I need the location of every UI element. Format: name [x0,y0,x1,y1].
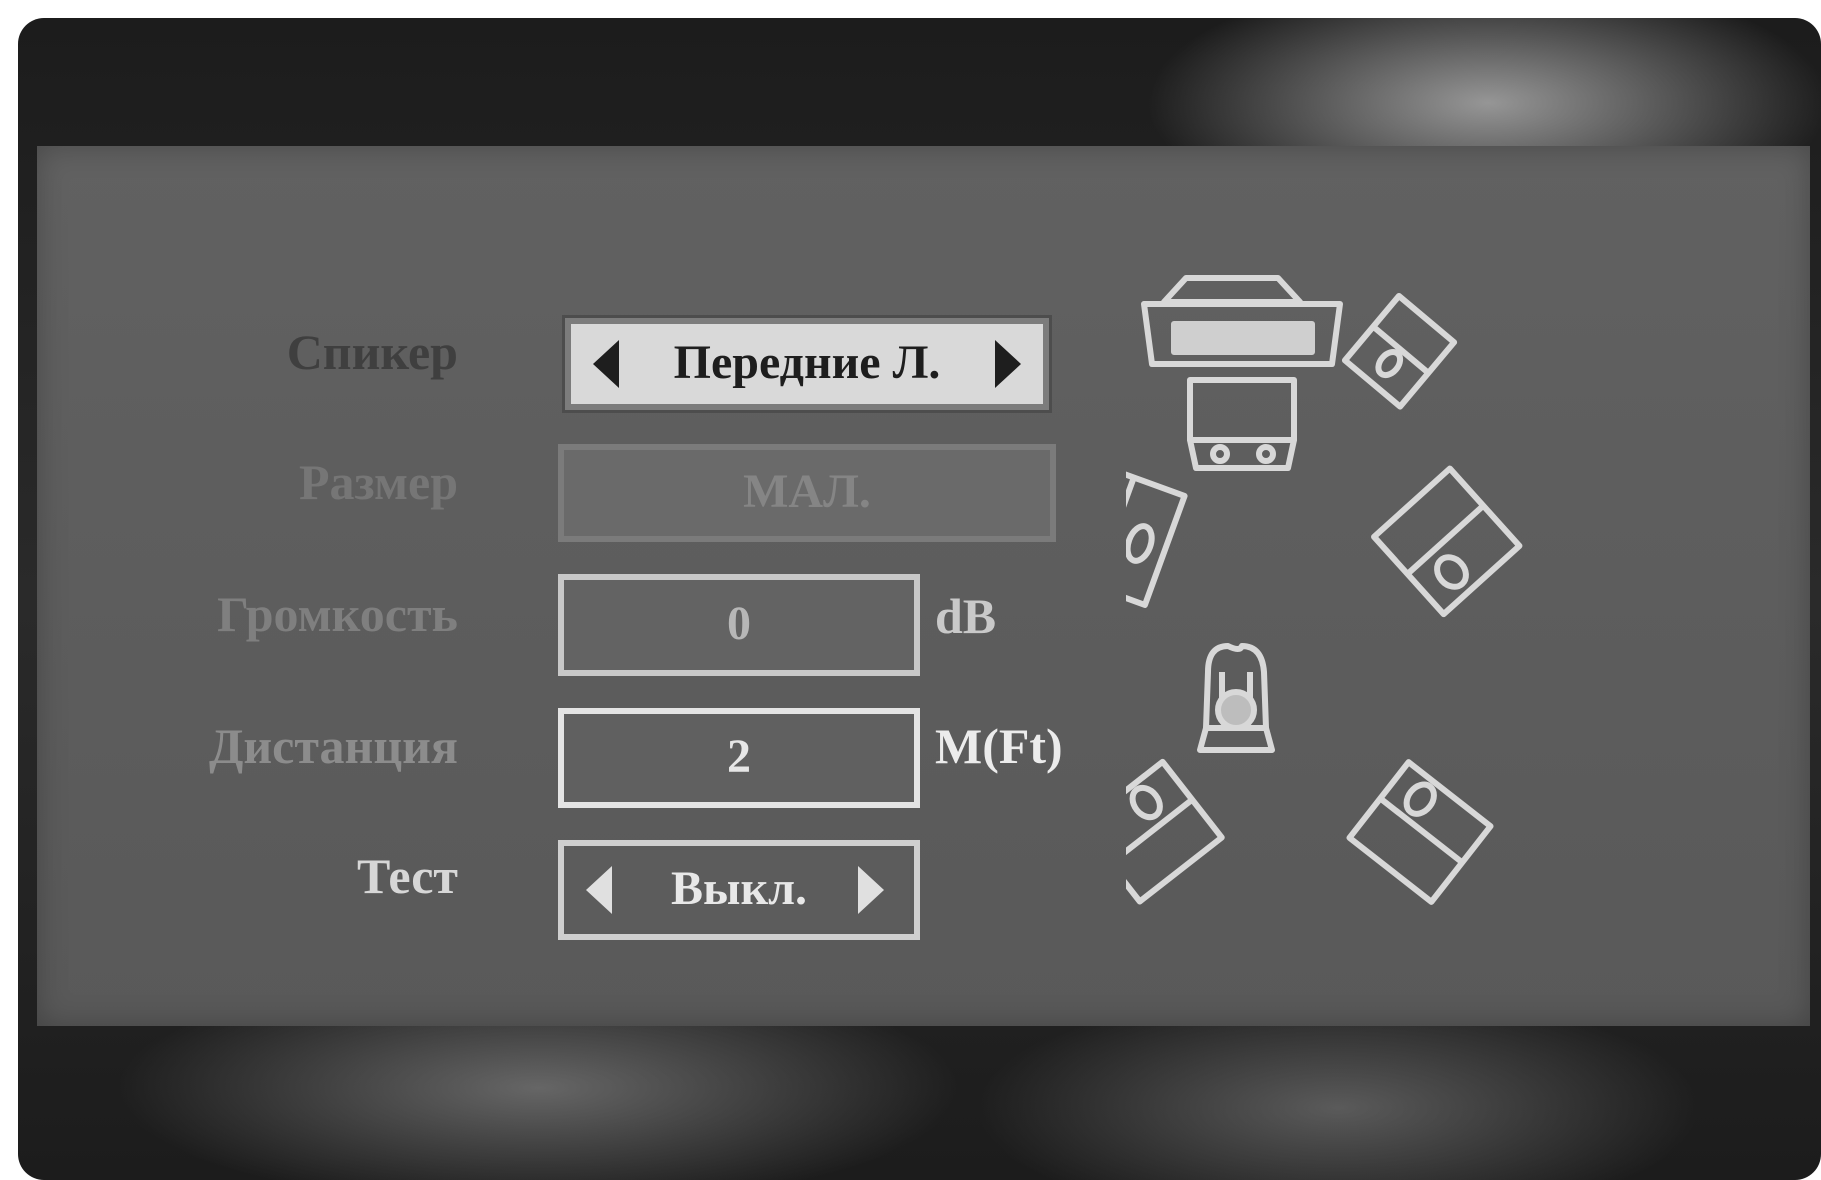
arrow-left-icon[interactable] [593,340,619,388]
test-selector[interactable]: Выкл. [558,840,920,940]
rear-right-speaker-icon [1346,759,1494,905]
arrow-right-icon[interactable] [858,866,884,914]
speaker-setup-panel: Спикер Размер Громкость Дистанция Тест П… [37,146,1810,1026]
speaker-layout-diagram [1126,275,1523,905]
size-label: Размер [299,454,458,510]
front-right-speaker-icon [1341,292,1458,410]
distance-label: Дистанция [208,718,458,774]
arrow-right-icon[interactable] [995,340,1021,388]
arrow-left-icon[interactable] [586,866,612,914]
volume-unit: dB [935,588,997,644]
distance-field[interactable]: 2 [558,708,920,808]
screen-frame: Спикер Размер Громкость Дистанция Тест П… [18,18,1821,1180]
size-value: МАЛ. [743,465,871,518]
speaker-label: Спикер [286,324,458,380]
volume-value: 0 [727,597,751,650]
speaker-selector[interactable]: Передние Л. [565,318,1049,410]
center-speaker-icon [1187,377,1297,471]
distance-value: 2 [727,730,751,783]
volume-field[interactable]: 0 [558,574,920,676]
rear-left-speaker-icon [1126,758,1225,905]
tv-icon [1141,275,1343,367]
test-label: Тест [356,848,458,904]
size-field[interactable]: МАЛ. [558,444,1056,542]
test-value: Выкл. [670,862,808,915]
front-left-speaker-icon [1126,456,1188,608]
distance-unit: M(Ft) [935,718,1063,774]
surround-right-speaker-icon [1371,465,1523,618]
volume-label: Громкость [217,586,458,642]
listener-icon [1197,643,1275,753]
speaker-value: Передние Л. [673,336,941,389]
